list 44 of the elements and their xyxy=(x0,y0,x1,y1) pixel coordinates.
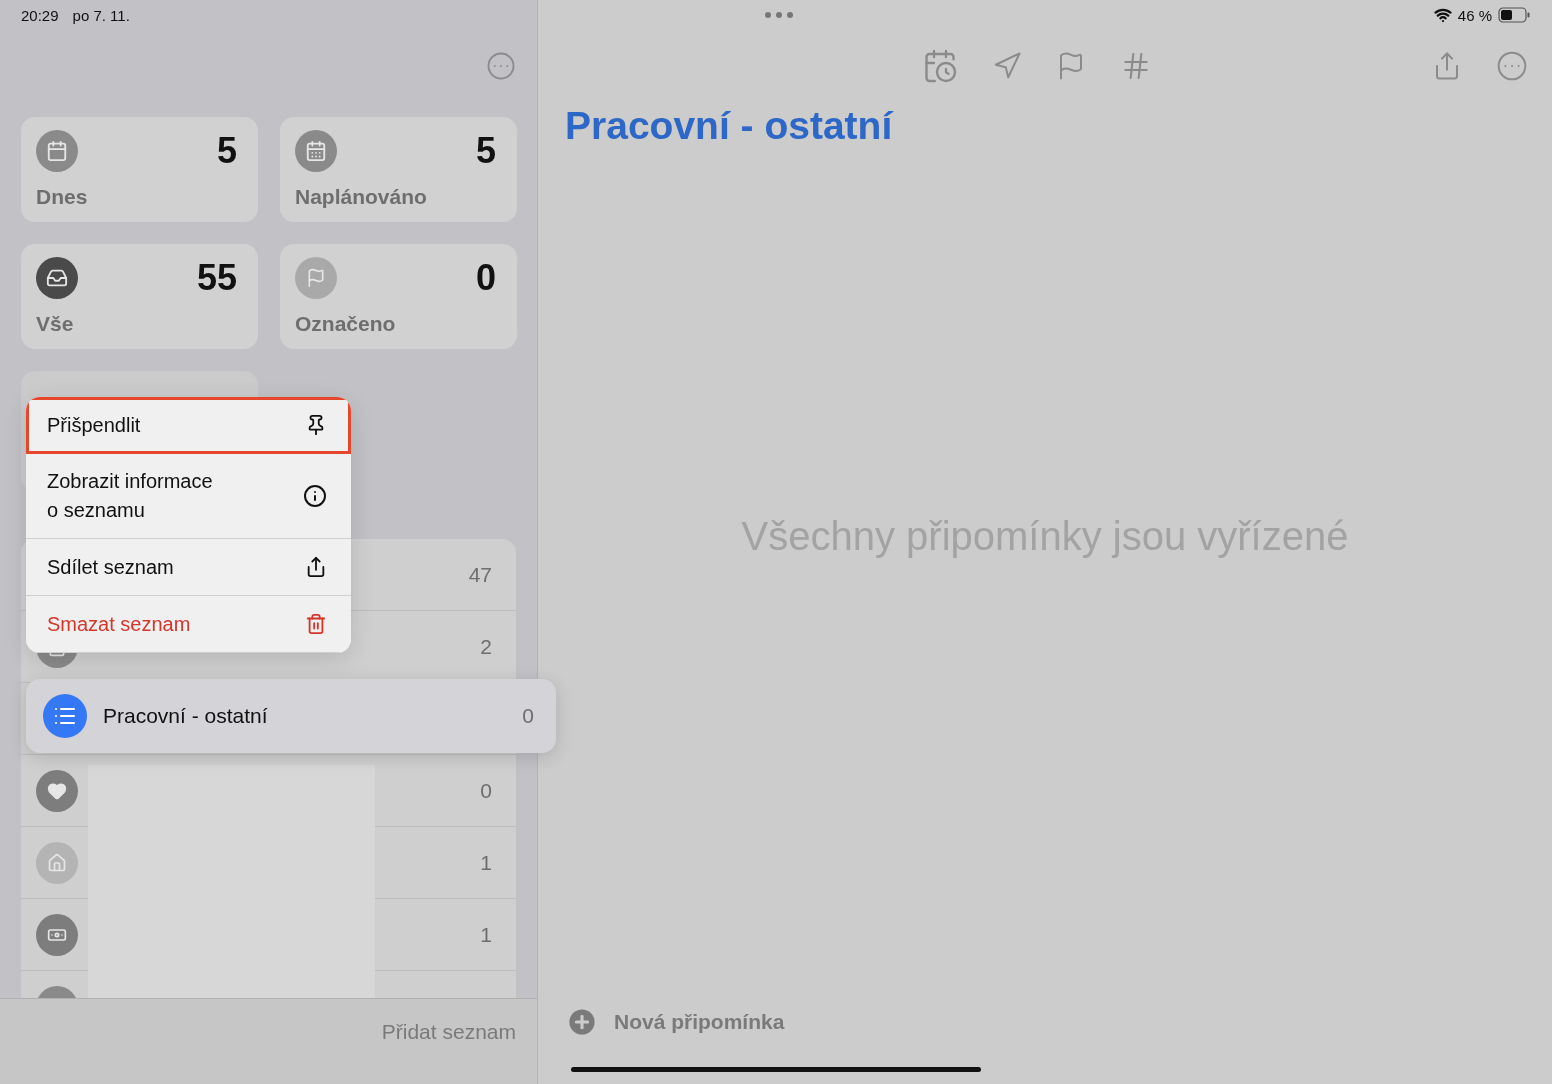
trash-icon xyxy=(305,613,327,635)
list-count: 0 xyxy=(522,704,534,728)
list-count: 2 xyxy=(480,634,492,659)
flag-icon xyxy=(306,268,326,288)
calendar-icon xyxy=(46,140,68,162)
smart-list-card[interactable]: 5 Naplánováno xyxy=(280,117,517,222)
battery-icon xyxy=(1498,7,1530,23)
house-icon xyxy=(36,841,78,884)
smart-list-count: 0 xyxy=(475,257,496,299)
list-count: 0 xyxy=(480,778,492,803)
smart-list-card[interactable]: 0 Označeno xyxy=(280,244,517,349)
more-button[interactable] xyxy=(1496,50,1528,82)
menu-item[interactable]: Přišpendlit xyxy=(26,397,351,454)
lifted-list-row[interactable]: Pracovní - ostatní 0 xyxy=(26,679,556,753)
list-name: Pracovní - ostatní xyxy=(103,704,268,728)
smart-list-count: 5 xyxy=(216,130,237,172)
smart-list-label: Naplánováno xyxy=(295,185,428,210)
banknote-icon xyxy=(36,913,78,956)
smart-list-label: Označeno xyxy=(295,312,397,337)
smart-list-label: Vše xyxy=(36,312,75,337)
list-count: 1 xyxy=(480,850,492,875)
status-date: po 7. 11. xyxy=(72,6,130,24)
smart-list-card[interactable]: 5 Dnes xyxy=(21,117,258,222)
status-time: 20:29 xyxy=(21,6,59,24)
location-arrow-icon[interactable] xyxy=(992,51,1022,81)
multitasking-dots-icon[interactable] xyxy=(764,11,794,19)
list-count: 1 xyxy=(480,922,492,947)
menu-item[interactable]: Smazat seznam xyxy=(26,596,351,653)
list-count: 47 xyxy=(468,562,492,587)
smart-list-card[interactable]: 55 Vše xyxy=(21,244,258,349)
smart-list-count: 55 xyxy=(196,257,237,299)
smart-list-label: Dnes xyxy=(36,185,89,210)
info-icon xyxy=(303,484,327,508)
smart-list-count: 5 xyxy=(475,130,496,172)
list-title: Pracovní - ostatní xyxy=(565,104,895,148)
tray-icon xyxy=(46,267,68,289)
calendar-icon xyxy=(305,140,327,162)
menu-item[interactable]: Sdílet seznam xyxy=(26,539,351,596)
calendar-clock-icon[interactable] xyxy=(922,48,958,84)
more-button[interactable] xyxy=(486,51,516,81)
share-icon xyxy=(305,556,327,578)
battery-percent: 46 % xyxy=(1457,6,1492,24)
wifi-icon xyxy=(1433,6,1452,24)
menu-item[interactable]: Zobrazit informace o seznamu xyxy=(26,454,351,539)
